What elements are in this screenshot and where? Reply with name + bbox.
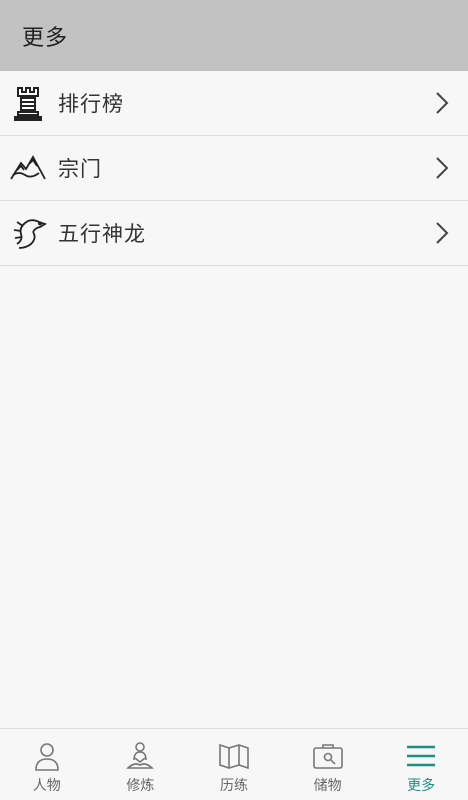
- dragon-icon: [8, 213, 48, 253]
- map-icon: [217, 739, 251, 773]
- menu-item-label: 排行榜: [58, 92, 124, 116]
- tab-label: 更多: [407, 778, 436, 794]
- mountain-icon: [8, 148, 48, 188]
- tab-character[interactable]: 人物: [0, 729, 94, 800]
- chevron-right-icon: [436, 222, 449, 244]
- tab-adventure[interactable]: 历练: [187, 729, 281, 800]
- menu-item-label: 宗门: [58, 157, 102, 181]
- bottom-tab-bar: 人物 修炼 历练 储物 更多: [0, 728, 468, 800]
- tab-storage[interactable]: 储物: [281, 729, 375, 800]
- menu-item-five-elements-dragon[interactable]: 五行神龙: [0, 201, 468, 266]
- menu-list: 排行榜 宗门 五行神龙: [0, 71, 468, 266]
- top-bar: 更多: [0, 0, 468, 71]
- person-icon: [30, 739, 64, 773]
- bag-icon: [311, 739, 345, 773]
- chevron-right-icon: [436, 92, 449, 114]
- tab-label: 人物: [32, 778, 61, 794]
- menu-item-leaderboard[interactable]: 排行榜: [0, 71, 468, 136]
- menu-item-label: 五行神龙: [58, 222, 146, 246]
- tab-label: 历练: [219, 778, 248, 794]
- meditation-icon: [123, 739, 157, 773]
- tab-label: 储物: [313, 778, 342, 794]
- rook-icon: [8, 83, 48, 123]
- tab-label: 修炼: [126, 778, 155, 794]
- menu-item-sect[interactable]: 宗门: [0, 136, 468, 201]
- page-title: 更多: [22, 25, 69, 51]
- menu-icon: [404, 739, 438, 773]
- chevron-right-icon: [436, 157, 449, 179]
- tab-more[interactable]: 更多: [374, 729, 468, 800]
- tab-cultivation[interactable]: 修炼: [94, 729, 188, 800]
